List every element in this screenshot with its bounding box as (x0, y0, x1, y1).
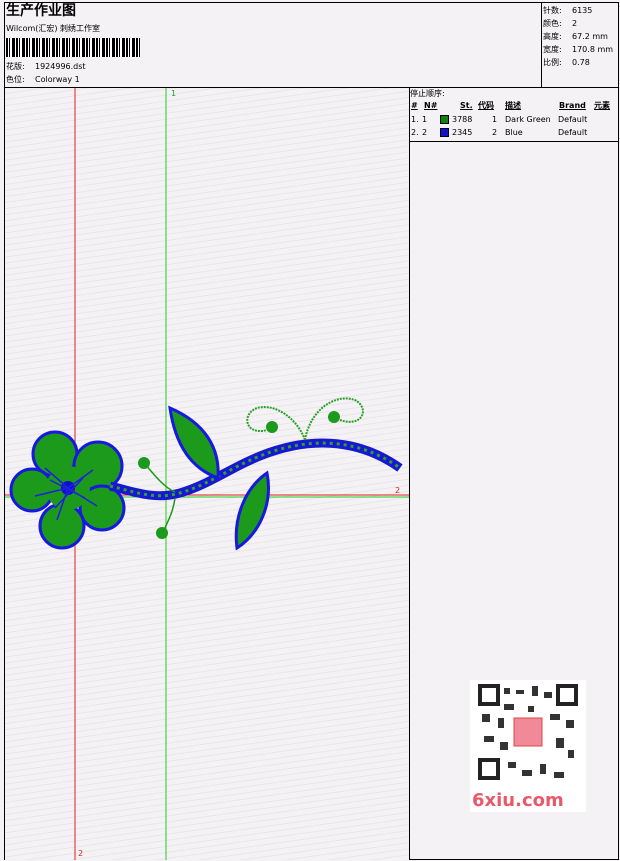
stat-label-width: 宽度: (543, 45, 562, 54)
twig-left (144, 463, 176, 493)
design-label: 花版: (6, 62, 25, 71)
stat-value-width: 170.8 mm (572, 45, 614, 54)
leaf-upper (168, 405, 220, 481)
row-num: 1. (411, 115, 419, 124)
berry (328, 411, 340, 423)
stat-label-stitches: 针数: (543, 6, 562, 15)
qr-code-icon (478, 684, 578, 780)
color-swatch (440, 115, 449, 124)
color-swatch (440, 128, 449, 137)
col-element: 元素 (594, 101, 610, 110)
panel-divider (409, 88, 410, 860)
table-row: 1. 1 3788 1 Dark Green Default (410, 114, 619, 126)
row-code: 2 (492, 128, 498, 137)
guide-label-horizontal: 2 (395, 486, 400, 495)
row-num: 2. (411, 128, 419, 137)
twig-down (162, 497, 176, 533)
table-row: 2. 2 2345 2 Blue Default (410, 127, 619, 139)
embroidery-preview: 1 2 2 (5, 88, 409, 860)
stat-label-colors: 颜色: (543, 19, 562, 28)
col-code: 代码 (478, 101, 494, 110)
col-desc: 描述 (505, 101, 521, 110)
guide-label-green: 1 (171, 89, 176, 98)
leaf-lower (234, 470, 270, 551)
berry (138, 457, 150, 469)
watermark-text: 6xiu.com (472, 790, 564, 811)
table-bottom (409, 141, 619, 142)
berry (266, 421, 278, 433)
table-header: # N# St. 代码 描述 Brand 元素 (410, 100, 619, 112)
col-stitches: St. (460, 101, 473, 110)
stat-label-scale: 比例: (543, 58, 562, 67)
row-stitches: 3788 (452, 115, 473, 124)
row-desc: Blue (505, 128, 523, 137)
berry (156, 527, 168, 539)
row-n: 1 (422, 115, 428, 124)
stop-sequence-title: 停止顺序: (410, 89, 445, 98)
row-brand: Default (558, 128, 588, 137)
col-n: N# (424, 101, 438, 110)
stat-value-height: 67.2 mm (572, 32, 608, 41)
row-desc: Dark Green (505, 115, 551, 124)
stat-value-scale: 0.78 (572, 58, 590, 67)
colorway-label: 色位: (6, 75, 25, 84)
row-stitches: 2345 (452, 128, 473, 137)
row-brand: Default (558, 115, 588, 124)
barcode (6, 38, 140, 57)
stat-value-colors: 2 (572, 19, 578, 28)
stat-value-stitches: 6135 (572, 6, 593, 15)
page-title: 生产作业图 (6, 3, 76, 19)
design-value: 1924996.dst (35, 62, 86, 71)
row-n: 2 (422, 128, 428, 137)
row-code: 1 (492, 115, 498, 124)
flower (9, 430, 126, 550)
col-num: # (411, 101, 418, 110)
col-brand: Brand (559, 101, 586, 110)
colorway-value: Colorway 1 (35, 75, 80, 84)
stat-label-height: 高度: (543, 32, 562, 41)
guide-label-red: 2 (78, 849, 83, 858)
design-canvas: 1 2 2 (5, 88, 409, 860)
company-name: Wilcom(汇宏) 刺绣工作室 (6, 24, 101, 33)
